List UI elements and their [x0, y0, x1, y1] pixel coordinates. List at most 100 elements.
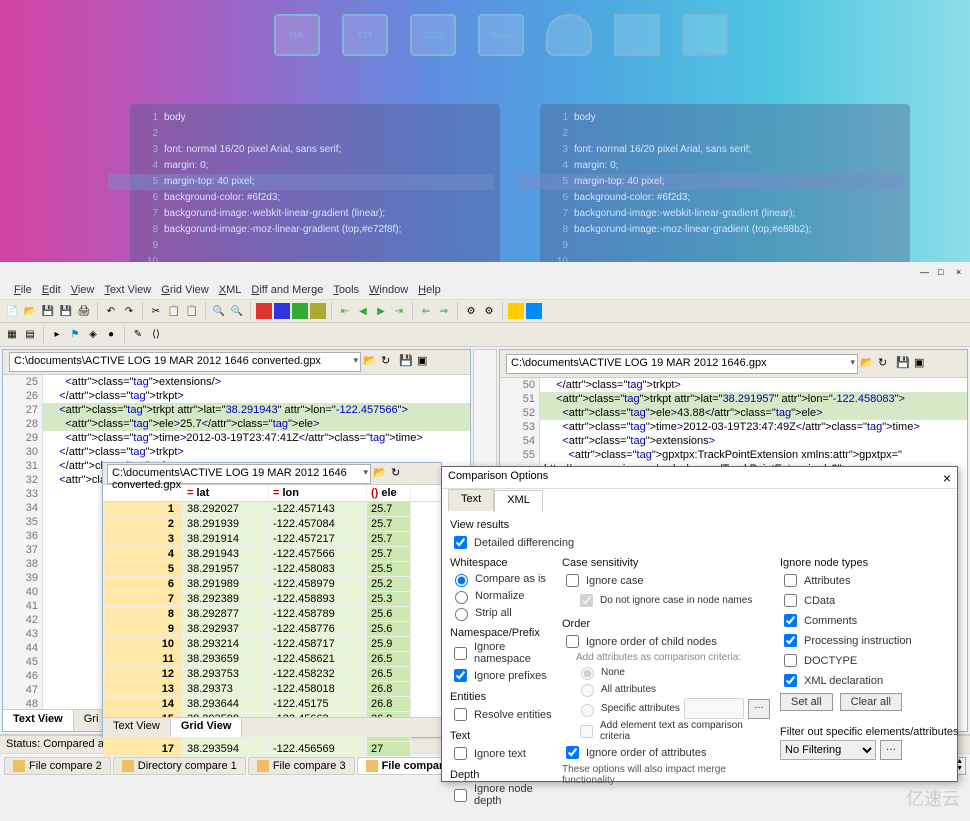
xml-line[interactable]: 53 <attr">class="tag">time>2012-03-19T23…: [500, 420, 967, 434]
nodetype-processing-instruction-checkbox[interactable]: Processing instruction: [780, 631, 968, 650]
refresh-icon[interactable]: ↻: [381, 354, 397, 370]
table-row[interactable]: 1038.293214-122.45871725.9: [103, 637, 441, 652]
browse-icon[interactable]: 📂: [860, 356, 876, 372]
clear-all-button[interactable]: Clear all: [840, 693, 902, 711]
text-icon[interactable]: ▤: [22, 327, 38, 343]
menu-help[interactable]: Help: [414, 284, 445, 296]
save-icon[interactable]: 💾: [40, 303, 56, 319]
table-row[interactable]: 138.292027-122.45714325.7: [103, 502, 441, 517]
nodetype-comments-checkbox[interactable]: Comments: [780, 611, 968, 630]
export-icon[interactable]: ▣: [914, 356, 930, 372]
table-row[interactable]: 738.292389-122.45889325.3: [103, 592, 441, 607]
menu-file[interactable]: File: [10, 284, 36, 296]
print-icon[interactable]: 🖨: [76, 303, 92, 319]
green-icon[interactable]: [292, 303, 308, 319]
ignore-depth-checkbox[interactable]: Ignore node depth: [450, 783, 554, 807]
ignore-attr-order-checkbox[interactable]: Ignore order of attributes: [562, 743, 772, 762]
tool2-icon[interactable]: ⚙: [481, 303, 497, 319]
nodetype-cdata-checkbox[interactable]: CData: [780, 591, 968, 610]
xml-line[interactable]: 25 <attr">class="tag">extensions/>: [3, 375, 470, 389]
filter-browse-button[interactable]: …: [880, 740, 902, 760]
table-row[interactable]: 438.291943-122.45756625.7: [103, 547, 441, 562]
table-row[interactable]: 938.292937-122.45877625.6: [103, 622, 441, 637]
ignore-child-order-checkbox[interactable]: Ignore order of child nodes: [562, 632, 772, 651]
refresh-icon[interactable]: ↻: [878, 356, 894, 372]
flag-icon[interactable]: ⚑: [67, 327, 83, 343]
nav-prev-icon[interactable]: ◀: [355, 303, 371, 319]
ignore-case-checkbox[interactable]: Ignore case: [562, 571, 772, 590]
tag-icon[interactable]: ◈: [85, 327, 101, 343]
comment-icon[interactable]: ✎: [130, 327, 146, 343]
copy-icon[interactable]: 📋: [166, 303, 182, 319]
menu-edit[interactable]: Edit: [38, 284, 65, 296]
xml-line[interactable]: 51 <attr">class="tag">trkpt attr">lat="3…: [500, 392, 967, 406]
table-row[interactable]: 538.291957-122.45808325.5: [103, 562, 441, 577]
dialog-close-button[interactable]: ×: [943, 470, 951, 485]
nav-last-icon[interactable]: ⇥: [391, 303, 407, 319]
maximize-button[interactable]: □: [938, 267, 948, 277]
xml-line[interactable]: 54 <attr">class="tag">extensions>: [500, 434, 967, 448]
refresh-icon[interactable]: ↻: [391, 466, 407, 482]
merge-right-icon[interactable]: ⇒: [436, 303, 452, 319]
xml-line[interactable]: 52 <attr">class="tag">ele>43.88</attr">c…: [500, 406, 967, 420]
set-all-button[interactable]: Set all: [780, 693, 833, 711]
menu-xml[interactable]: XML: [215, 284, 246, 296]
ignore-text-checkbox[interactable]: Ignore text: [450, 744, 554, 763]
menubar[interactable]: FileEditViewText ViewGrid ViewXMLDiff an…: [0, 281, 970, 299]
table-row[interactable]: 238.291939-122.45708425.7: [103, 517, 441, 532]
export-icon[interactable]: ▣: [417, 354, 433, 370]
ignore-prefixes-checkbox[interactable]: Ignore prefixes: [450, 666, 554, 685]
ws-normalize-radio[interactable]: Normalize: [450, 588, 554, 604]
ignore-namespace-checkbox[interactable]: Ignore namespace: [450, 641, 554, 665]
table-row[interactable]: 1438.293644-122.4517526.8: [103, 697, 441, 712]
nav-next-icon[interactable]: ▶: [373, 303, 389, 319]
table-row[interactable]: 1238.293753-122.45823226.5: [103, 667, 441, 682]
table-row[interactable]: 1738.293594-122.45656927: [103, 742, 441, 757]
detailed-differencing-checkbox[interactable]: Detailed differencing: [450, 533, 968, 552]
menu-diff-and-merge[interactable]: Diff and Merge: [247, 284, 327, 296]
cut-icon[interactable]: ✂: [148, 303, 164, 319]
red-icon[interactable]: [256, 303, 272, 319]
xml-line[interactable]: 30 </attr">class="tag">trkpt>: [3, 445, 470, 459]
paste-icon[interactable]: 📋: [184, 303, 200, 319]
new-icon[interactable]: 📄: [4, 303, 20, 319]
browse-icon[interactable]: 📂: [363, 354, 379, 370]
undo-icon[interactable]: ↶: [103, 303, 119, 319]
save-pane-icon[interactable]: 💾: [896, 356, 912, 372]
grid-icon[interactable]: ▦: [4, 327, 20, 343]
ws-compare-asis-radio[interactable]: Compare as is: [450, 571, 554, 587]
xml-line[interactable]: 50 </attr">class="tag">trkpt>: [500, 378, 967, 392]
menu-view[interactable]: View: [67, 284, 99, 296]
nodetype-doctype-checkbox[interactable]: DOCTYPE: [780, 651, 968, 670]
open-icon[interactable]: 📂: [22, 303, 38, 319]
inner-grid-view-tab[interactable]: Grid View: [171, 718, 243, 737]
table-row[interactable]: 338.291914-122.45721725.7: [103, 532, 441, 547]
dialog-tab-xml[interactable]: XML: [494, 490, 543, 512]
find-icon[interactable]: 🔍: [211, 303, 227, 319]
menu-window[interactable]: Window: [365, 284, 412, 296]
table-row[interactable]: 1138.293659-122.45862126.5: [103, 652, 441, 667]
saveall-icon[interactable]: 💾: [58, 303, 74, 319]
inner-text-view-tab[interactable]: Text View: [103, 718, 171, 737]
bottom-tab-directory-compare-1[interactable]: Directory compare 1: [113, 757, 246, 775]
right-path-select[interactable]: C:\documents\ACTIVE LOG 19 MAR 2012 1646…: [506, 354, 858, 374]
ws-stripall-radio[interactable]: Strip all: [450, 605, 554, 621]
menu-tools[interactable]: Tools: [329, 284, 363, 296]
close-button[interactable]: ×: [956, 267, 966, 277]
blue-icon[interactable]: [274, 303, 290, 319]
table-row[interactable]: 838.292877-122.45878925.6: [103, 607, 441, 622]
minimize-button[interactable]: —: [920, 267, 930, 277]
replace-icon[interactable]: 🔍: [229, 303, 245, 319]
merge-left-icon[interactable]: ⇐: [418, 303, 434, 319]
bottom-tab-file-compare-3[interactable]: File compare 3: [248, 757, 355, 775]
dialog-tab-text[interactable]: Text: [448, 489, 494, 511]
highlight-icon[interactable]: [508, 303, 524, 319]
left-text-view-tab[interactable]: Text View: [3, 710, 74, 731]
browse-icon[interactable]: 📂: [373, 466, 389, 482]
save-pane-icon[interactable]: 💾: [399, 354, 415, 370]
toolbar-main[interactable]: 📄 📂 💾 💾 🖨 ↶ ↷ ✂ 📋 📋 🔍 🔍 ⇤ ◀ ▶ ⇥ ⇐ ⇒ ⚙ ⚙: [0, 299, 970, 323]
attr-icon[interactable]: ●: [103, 327, 119, 343]
toolbar-secondary[interactable]: ▦ ▤ ▸ ⚑ ◈ ● ✎ ⟨⟩: [0, 323, 970, 347]
nav-first-icon[interactable]: ⇤: [337, 303, 353, 319]
nodetype-xml-declaration-checkbox[interactable]: XML declaration: [780, 671, 968, 690]
